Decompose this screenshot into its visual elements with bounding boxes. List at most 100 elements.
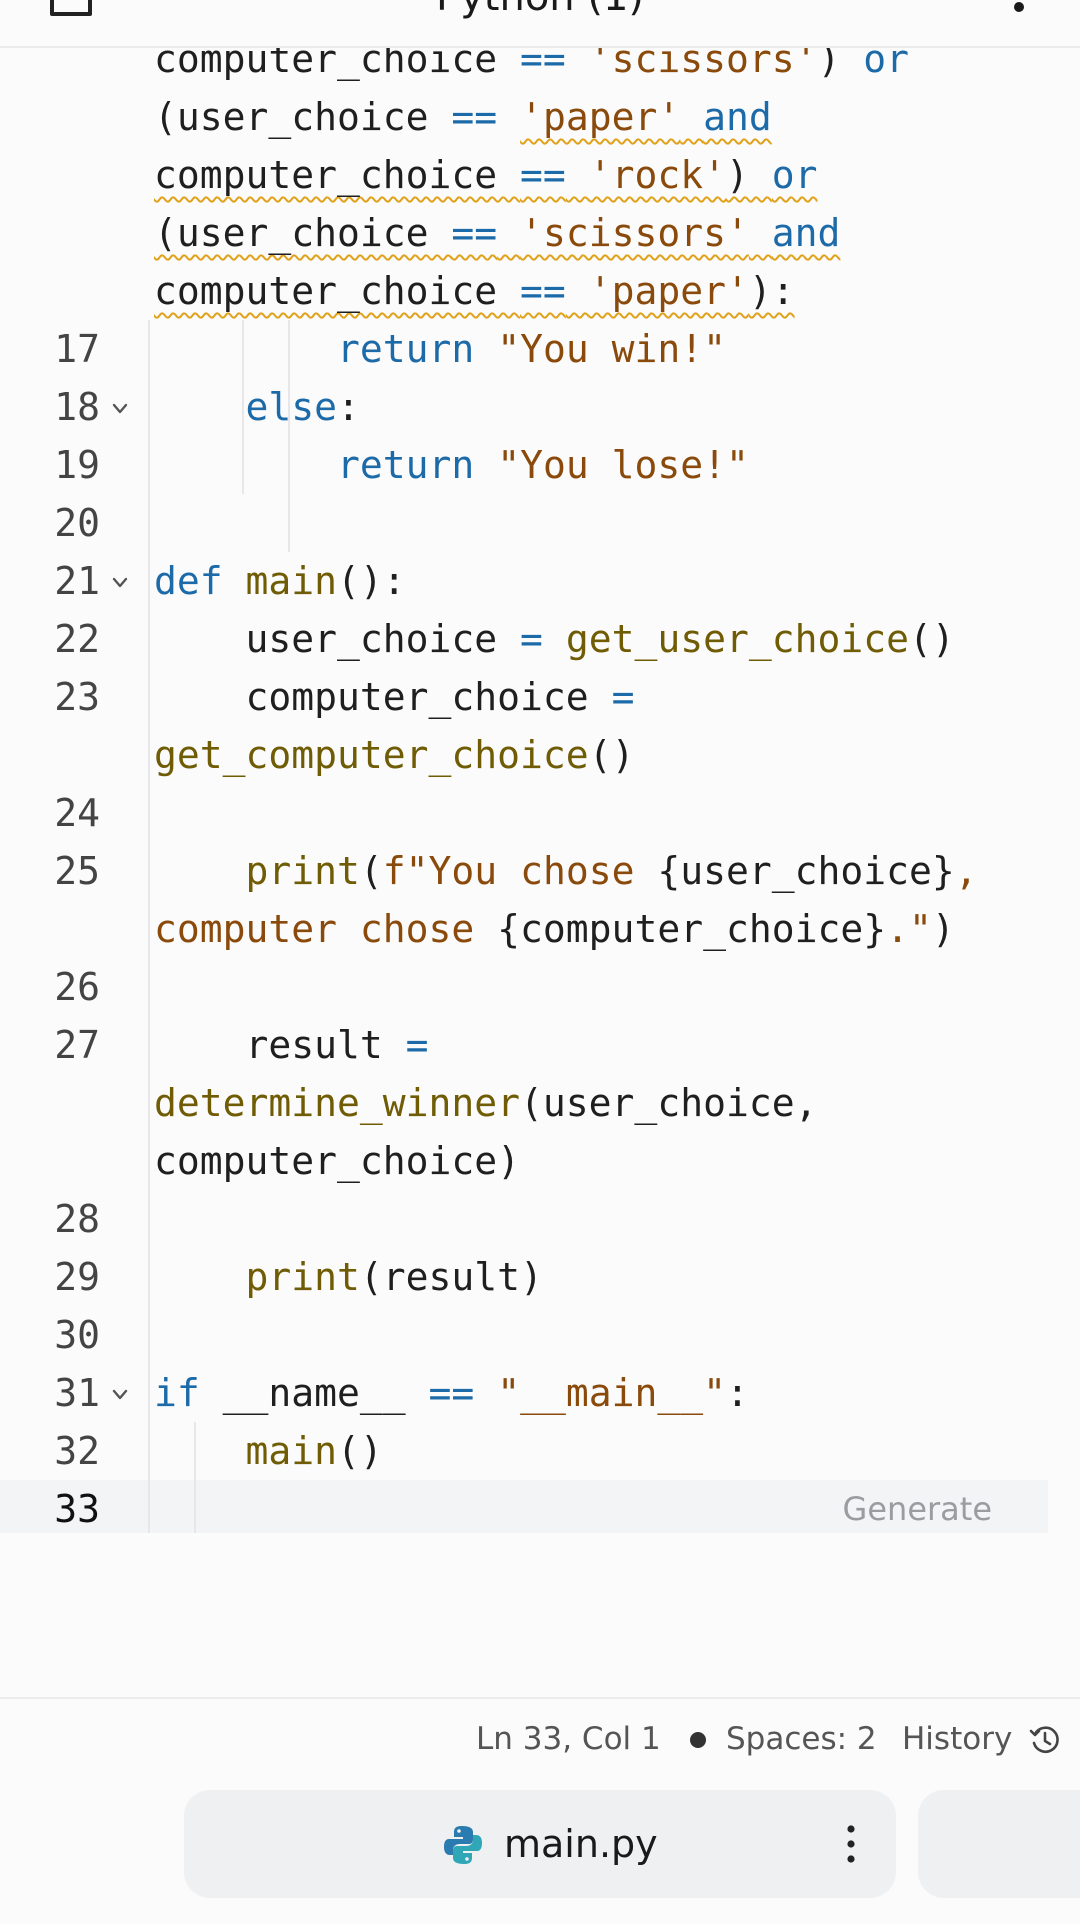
code-line-26[interactable]: 26 [0,958,1048,1016]
code-text: def main(): [154,552,406,610]
code-token: else [245,385,338,429]
code-token: get_user_choice [565,617,909,661]
code-line-wrap[interactable]: computer_choice == 'scissors') or [0,48,1048,88]
code-line-wrap[interactable]: (user_choice == 'paper' and [0,88,1048,146]
line-number: 24 [54,791,100,835]
code-line-wrap[interactable]: get_computer_choice() [0,726,1048,784]
line-number: 25 [54,849,100,893]
code-token: 'scissors' [520,211,749,255]
line-number: 28 [54,1197,100,1241]
code-token: get_computer_choice [154,733,589,777]
code-token: ." [886,907,932,951]
code-token: () [909,617,955,661]
code-line-wrap[interactable]: computer_choice == 'rock') or [0,146,1048,204]
fold-chevron-icon[interactable] [112,576,128,590]
line-number: 32 [54,1429,100,1473]
code-line-22[interactable]: 22 user_choice = get_user_choice() [0,610,1048,668]
indent-guide [242,320,244,494]
code-token: = [520,617,543,661]
indent-spaces[interactable]: Spaces: 2 [726,1699,877,1779]
code-text: print(f"You chose {user_choice}, [154,842,978,900]
status-bar: Ln 33, Col 1 Spaces: 2 History [0,1697,1080,1781]
file-tab-next[interactable] [918,1790,1080,1898]
code-line-17[interactable]: 17 return "You win!" [0,320,1048,378]
code-token: ) [725,153,772,197]
code-token: (user_choice, [520,1081,818,1125]
code-token: == [451,95,498,139]
code-text: computer_choice = [154,668,635,726]
code-line-wrap[interactable]: computer_choice) [0,1132,1048,1190]
code-line-23[interactable]: 23 computer_choice = [0,668,1048,726]
code-line-19[interactable]: 19 return "You lose!" [0,436,1048,494]
code-text: else: [154,378,360,436]
indent-guide [148,320,150,1533]
fold-chevron-icon[interactable] [112,402,128,416]
code-token: (result) [359,1255,543,1299]
code-line-33[interactable]: 33 Generate [0,1480,1048,1533]
code-token: (): [337,559,406,603]
code-line-27[interactable]: 27 result = [0,1016,1048,1074]
code-line-24[interactable]: 24 [0,784,1048,842]
code-token: ( [359,849,383,893]
code-token: "__main__" [497,1371,726,1415]
code-text: get_computer_choice() [154,726,634,784]
line-number: 30 [54,1313,100,1357]
code-text: if __name__ == "__main__": [154,1364,749,1422]
app-header: Python (1) [0,0,1080,48]
status-dot-icon [690,1732,706,1748]
indent-guide [288,320,290,552]
history-clock-icon[interactable] [1028,1723,1062,1757]
line-number: 23 [54,675,100,719]
code-token: def [154,559,223,603]
code-token: computer_choice [154,269,521,313]
code-line-28[interactable]: 28 [0,1190,1048,1248]
code-line-wrap[interactable]: computer_choice == 'paper'): [0,262,1048,320]
history-button[interactable]: History [902,1699,1012,1779]
code-token: == [451,211,498,255]
code-line-wrap[interactable]: (user_choice == 'scissors' and [0,204,1048,262]
code-line-wrap[interactable]: computer chose {computer_choice}.") [0,900,1048,958]
code-text: (user_choice == 'scissors' and [154,204,840,262]
file-tab-main-py[interactable]: main.py [184,1790,896,1898]
code-line-30[interactable]: 30 [0,1306,1048,1364]
code-token: computer_choice [154,675,612,719]
code-token: "You win!" [497,327,726,371]
line-number: 27 [54,1023,100,1067]
generate-hint[interactable]: Generate [843,1480,992,1533]
code-line-25[interactable]: 25 print(f"You chose {user_choice}, [0,842,1048,900]
code-token: return [337,443,475,487]
line-number: 21 [54,559,100,603]
code-editor[interactable]: computer_choice == 'scissors') or (user_c… [0,48,1048,1533]
cursor-position[interactable]: Ln 33, Col 1 [476,1699,661,1779]
code-token: {user_choice} [657,849,955,893]
code-text: return "You win!" [154,320,726,378]
more-vertical-icon[interactable] [846,1824,856,1864]
page-title: Python (1) [0,0,1080,20]
code-line-29[interactable]: 29 print(result) [0,1248,1048,1306]
code-line-21[interactable]: 21 def main(): [0,552,1048,610]
fold-chevron-icon[interactable] [112,1388,128,1402]
code-line-wrap[interactable]: determine_winner(user_choice, [0,1074,1048,1132]
code-text: determine_winner(user_choice, [154,1074,817,1132]
line-number: 31 [54,1371,100,1415]
more-vertical-icon[interactable] [1014,2,1024,12]
indent-guide [194,1422,196,1533]
code-token: and [771,211,841,255]
code-line-20[interactable]: 20 [0,494,1048,552]
line-number: 26 [54,965,100,1009]
code-token: : [725,1371,749,1415]
code-line-31[interactable]: 31 if __name__ == "__main__": [0,1364,1048,1422]
code-line-18[interactable]: 18 else: [0,378,1048,436]
code-token: main [245,559,338,603]
code-token: = [405,1023,429,1067]
code-token: or [771,153,818,197]
code-token: __name__ [199,1371,429,1415]
line-number: 17 [54,327,100,371]
code-line-32[interactable]: 32 main() [0,1422,1048,1480]
